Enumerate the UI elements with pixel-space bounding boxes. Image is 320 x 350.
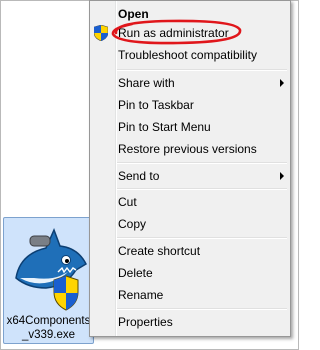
menu-separator xyxy=(117,308,287,310)
menu-item-create-shortcut[interactable]: Create shortcut xyxy=(118,241,286,261)
context-menu: Open Run as administrator Troubleshoot c… xyxy=(89,0,291,337)
shark-app-icon xyxy=(15,228,87,311)
submenu-arrow-icon xyxy=(280,79,284,87)
menu-separator xyxy=(117,237,287,239)
menu-item-pin-to-taskbar[interactable]: Pin to Taskbar xyxy=(118,95,286,115)
submenu-arrow-icon xyxy=(280,172,284,180)
menu-separator xyxy=(117,188,287,190)
red-highlight-ellipse xyxy=(111,19,242,45)
menu-item-pin-to-start-menu[interactable]: Pin to Start Menu xyxy=(118,117,286,137)
menu-separator xyxy=(117,69,287,71)
menu-item-restore-previous-versions[interactable]: Restore previous versions xyxy=(118,139,286,159)
menu-item-rename[interactable]: Rename xyxy=(118,285,286,305)
menu-item-delete[interactable]: Delete xyxy=(118,263,286,283)
file-name-label: x64Components_v339.exe xyxy=(6,315,91,341)
menu-separator xyxy=(117,162,287,164)
menu-item-share-with[interactable]: Share with xyxy=(118,73,286,93)
menu-item-copy[interactable]: Copy xyxy=(118,214,286,234)
menu-item-properties[interactable]: Properties xyxy=(118,312,286,332)
menu-icon-gutter xyxy=(115,1,117,336)
desktop-file-item[interactable]: x64Components_v339.exe xyxy=(3,217,94,344)
menu-item-cut[interactable]: Cut xyxy=(118,192,286,212)
uac-shield-icon xyxy=(94,25,108,41)
menu-item-troubleshoot-compatibility[interactable]: Troubleshoot compatibility xyxy=(118,45,286,65)
menu-item-send-to[interactable]: Send to xyxy=(118,166,286,186)
